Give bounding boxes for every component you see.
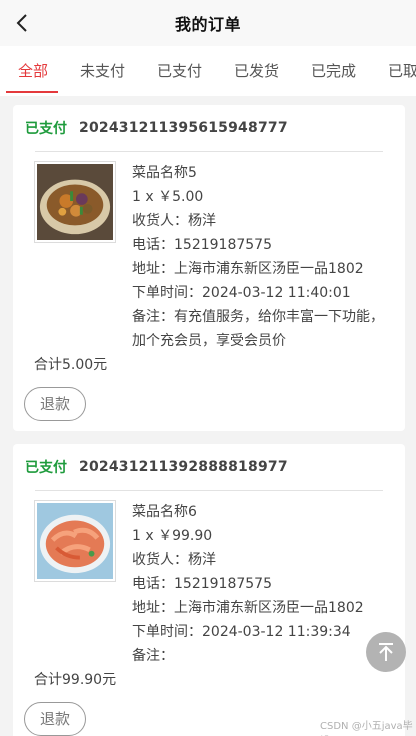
order-card: 已支付 202431211395615948777 菜品名称5 1 x ￥5.0…: [13, 105, 405, 431]
receiver: 收货人：杨洋: [132, 552, 216, 568]
dish-image[interactable]: [34, 161, 116, 243]
phone: 电话：15219187575: [132, 237, 272, 253]
refund-button[interactable]: 退款: [24, 387, 86, 421]
order-number: 202431211392888818977: [79, 459, 288, 475]
item-name: 菜品名称6: [132, 504, 197, 520]
order-card: 已支付 202431211392888818977 菜品名称6 1 x ￥99.…: [13, 444, 405, 736]
tab-shipped[interactable]: 已发货: [234, 46, 279, 96]
top-navbar: 我的订单: [0, 0, 416, 46]
remark: 备注：: [132, 648, 174, 664]
order-details: 菜品名称5 1 x ￥5.00 收货人：杨洋 电话：15219187575 地址…: [132, 161, 392, 353]
divider: [35, 490, 383, 491]
refund-button[interactable]: 退款: [24, 702, 86, 736]
dish-photo-icon: [37, 164, 113, 240]
tab-cancelled[interactable]: 已取: [388, 46, 416, 96]
order-header: 已支付 202431211395615948777: [25, 118, 288, 138]
tab-all[interactable]: 全部: [18, 46, 48, 96]
order-header: 已支付 202431211392888818977: [25, 457, 288, 477]
order-time: 下单时间：2024-03-12 11:40:01: [132, 285, 351, 301]
phone: 电话：15219187575: [132, 576, 272, 592]
page-title: 我的订单: [174, 15, 241, 34]
status-badge: 已支付: [25, 121, 67, 137]
watermark: CSDN @小五java毕设: [320, 721, 413, 732]
back-button[interactable]: [10, 10, 34, 36]
tab-paid[interactable]: 已支付: [157, 46, 202, 96]
tab-unpaid[interactable]: 未支付: [80, 46, 125, 96]
status-badge: 已支付: [25, 460, 67, 476]
quantity-price: 1 x ￥5.00: [132, 189, 204, 205]
dish-photo-icon: [37, 503, 113, 579]
order-total: 合计99.90元: [34, 672, 117, 688]
address: 地址：上海市浦东新区汤臣一品1802: [132, 600, 364, 616]
order-number: 202431211395615948777: [79, 120, 288, 136]
address: 地址：上海市浦东新区汤臣一品1802: [132, 261, 364, 277]
order-status-tabs: 全部 未支付 已支付 已发货 已完成 已取: [0, 46, 416, 96]
order-total: 合计5.00元: [34, 357, 108, 373]
active-tab-indicator: [6, 91, 58, 93]
item-name: 菜品名称5: [132, 165, 197, 181]
arrow-up-icon: [379, 643, 393, 661]
remark: 备注：有充值服务，给你丰富一下功能，加个充会员，享受会员价: [132, 309, 384, 349]
tab-completed[interactable]: 已完成: [311, 46, 356, 96]
chevron-left-icon: [16, 14, 27, 32]
divider: [35, 151, 383, 152]
order-time: 下单时间：2024-03-12 11:39:34: [132, 624, 351, 640]
order-details: 菜品名称6 1 x ￥99.90 收货人：杨洋 电话：15219187575 地…: [132, 500, 392, 668]
dish-image[interactable]: [34, 500, 116, 582]
receiver: 收货人：杨洋: [132, 213, 216, 229]
scroll-to-top-button[interactable]: [366, 632, 406, 672]
quantity-price: 1 x ￥99.90: [132, 528, 213, 544]
